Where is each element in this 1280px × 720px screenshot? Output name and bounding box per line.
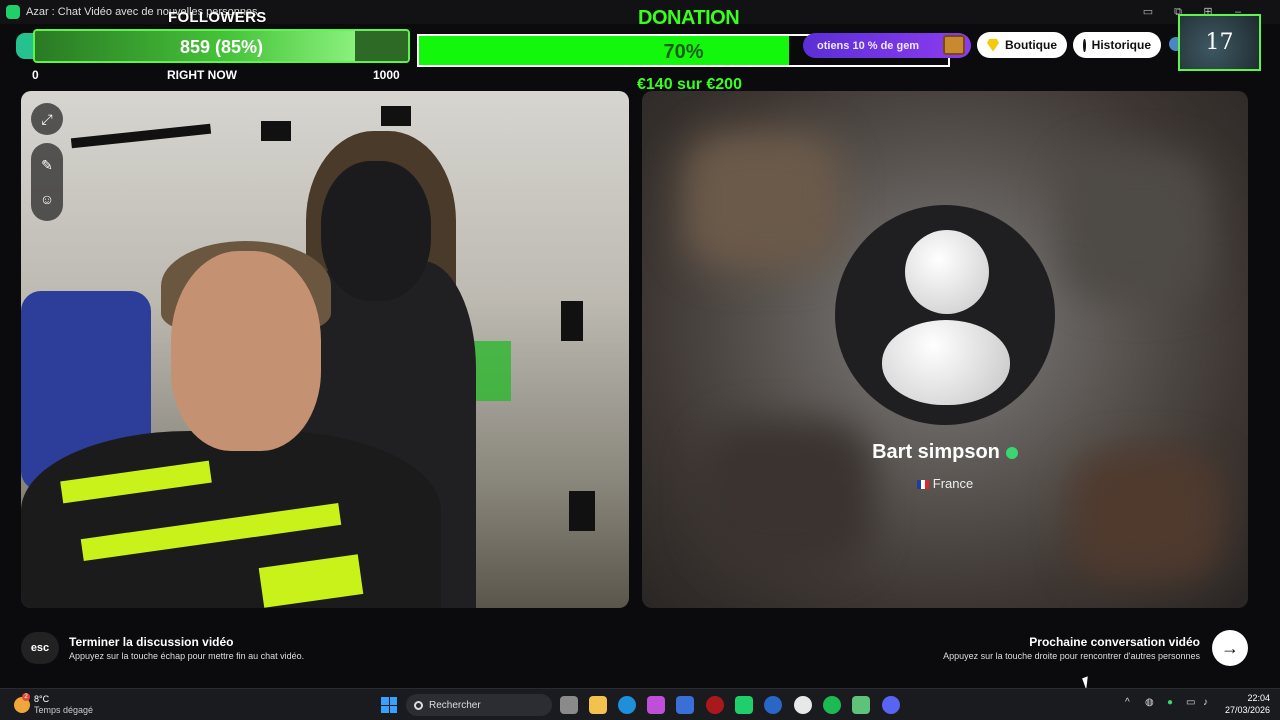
end-chat-key[interactable]: esc <box>21 632 59 664</box>
france-flag-icon <box>916 480 929 490</box>
self-video-feed <box>21 91 629 608</box>
verified-badge-icon <box>1005 446 1018 459</box>
weather-description: Temps dégagé <box>34 705 94 715</box>
azar-app-icon <box>6 5 20 19</box>
wall-vent <box>381 106 411 126</box>
followers-progress-bar: 859 (85%) <box>33 29 410 63</box>
gem-promo-banner[interactable]: otiens 10 % de gem <box>803 33 971 58</box>
weather-temperature: 8°C <box>34 694 50 704</box>
peer-name-row: Bart simpson <box>642 441 1248 464</box>
search-placeholder: Rechercher <box>429 699 481 711</box>
treasure-chest-icon <box>943 35 965 55</box>
magic-wand-icon[interactable]: ✎ <box>41 157 53 174</box>
peer-country: France <box>932 476 974 491</box>
start-icon[interactable] <box>381 697 397 713</box>
file-explorer-icon[interactable] <box>589 696 607 714</box>
video-tools: ⤢ ✎ ☺ <box>31 103 63 221</box>
edge-icon[interactable] <box>618 696 636 714</box>
avatar-body-icon <box>882 320 1010 405</box>
side-tab <box>16 33 34 59</box>
donation-title: DONATION <box>638 7 740 29</box>
followers-now-label: RIGHT NOW <box>167 68 237 82</box>
peer-avatar <box>835 205 1055 425</box>
spotify-icon[interactable] <box>823 696 841 714</box>
chrome-icon[interactable] <box>794 696 812 714</box>
wall-vent <box>261 121 291 141</box>
shop-label: Boutique <box>1005 38 1057 52</box>
blur-background <box>682 131 842 271</box>
wall-vent <box>569 491 595 531</box>
arrow-right-icon: → <box>1221 637 1239 658</box>
taskbar: 2 8°C Temps dégagé Rechercher ^ ◍ ● ▭ ♪ … <box>0 688 1280 720</box>
followers-value: 859 (85%) <box>179 37 264 57</box>
discord-bot-icon[interactable] <box>852 696 870 714</box>
end-chat-title: Terminer la discussion vidéo <box>69 635 234 649</box>
foreground-person-face <box>171 251 321 451</box>
copilot-icon[interactable] <box>647 696 665 714</box>
shop-button[interactable]: Boutique <box>977 32 1067 58</box>
wall-bar <box>70 123 212 149</box>
media-app-icon[interactable] <box>706 696 724 714</box>
background-person-face <box>321 161 431 301</box>
end-chat-hint: Appuyez sur la touche échap pour mettre … <box>69 651 305 661</box>
task-view-icon[interactable] <box>560 696 578 714</box>
next-chat-hint: Appuyez sur la touche droite pour rencon… <box>943 651 1200 661</box>
network-icon[interactable]: ◍ <box>1145 697 1154 708</box>
peer-country-row: France <box>642 476 1248 491</box>
clock-date[interactable]: 27/03/2026 <box>1222 705 1270 715</box>
microphone-icon[interactable]: ● <box>1167 697 1173 708</box>
avatar-head-icon <box>905 230 989 314</box>
effects-group: ✎ ☺ <box>31 143 63 221</box>
search-icon <box>414 700 423 710</box>
followers-title: FOLLOWERS <box>168 9 267 26</box>
avatar-count: 17 <box>1205 30 1234 55</box>
followers-max-label: 1000 <box>373 68 400 82</box>
weather-badge: 2 <box>22 693 30 701</box>
expand-icon[interactable]: ⤢ <box>31 103 63 135</box>
promo-text: otiens 10 % de gem <box>817 39 920 52</box>
camera-icon[interactable]: ▭ <box>1142 6 1154 18</box>
peer-video-feed: Bart simpson France <box>642 91 1248 608</box>
next-chat-title: Prochaine conversation vidéo <box>1029 635 1200 649</box>
clock-time[interactable]: 22:04 <box>1240 693 1270 703</box>
wall-vent <box>561 301 583 341</box>
c-app-icon[interactable] <box>764 696 782 714</box>
volume-icon[interactable]: ♪ <box>1203 697 1208 708</box>
peer-name: Bart simpson <box>872 441 1000 463</box>
blur-background <box>1062 151 1212 301</box>
display-icon[interactable]: ▭ <box>1186 697 1195 708</box>
followers-min-label: 0 <box>32 68 39 82</box>
azar-taskbar-icon[interactable] <box>735 696 753 714</box>
taskbar-search[interactable]: Rechercher <box>406 694 552 716</box>
gem-icon <box>987 38 999 52</box>
profile-avatar[interactable]: 17 <box>1178 14 1261 71</box>
history-label: Historique <box>1091 38 1151 52</box>
chevron-up-icon[interactable]: ^ <box>1125 697 1130 708</box>
blur-background <box>1072 451 1222 581</box>
face-filter-icon[interactable]: ☺ <box>40 191 54 207</box>
clock-icon <box>1083 38 1091 52</box>
store-icon[interactable] <box>676 696 694 714</box>
next-chat-button[interactable]: → <box>1212 630 1248 666</box>
history-button[interactable]: Historique <box>1073 32 1161 58</box>
discord-icon[interactable] <box>882 696 900 714</box>
